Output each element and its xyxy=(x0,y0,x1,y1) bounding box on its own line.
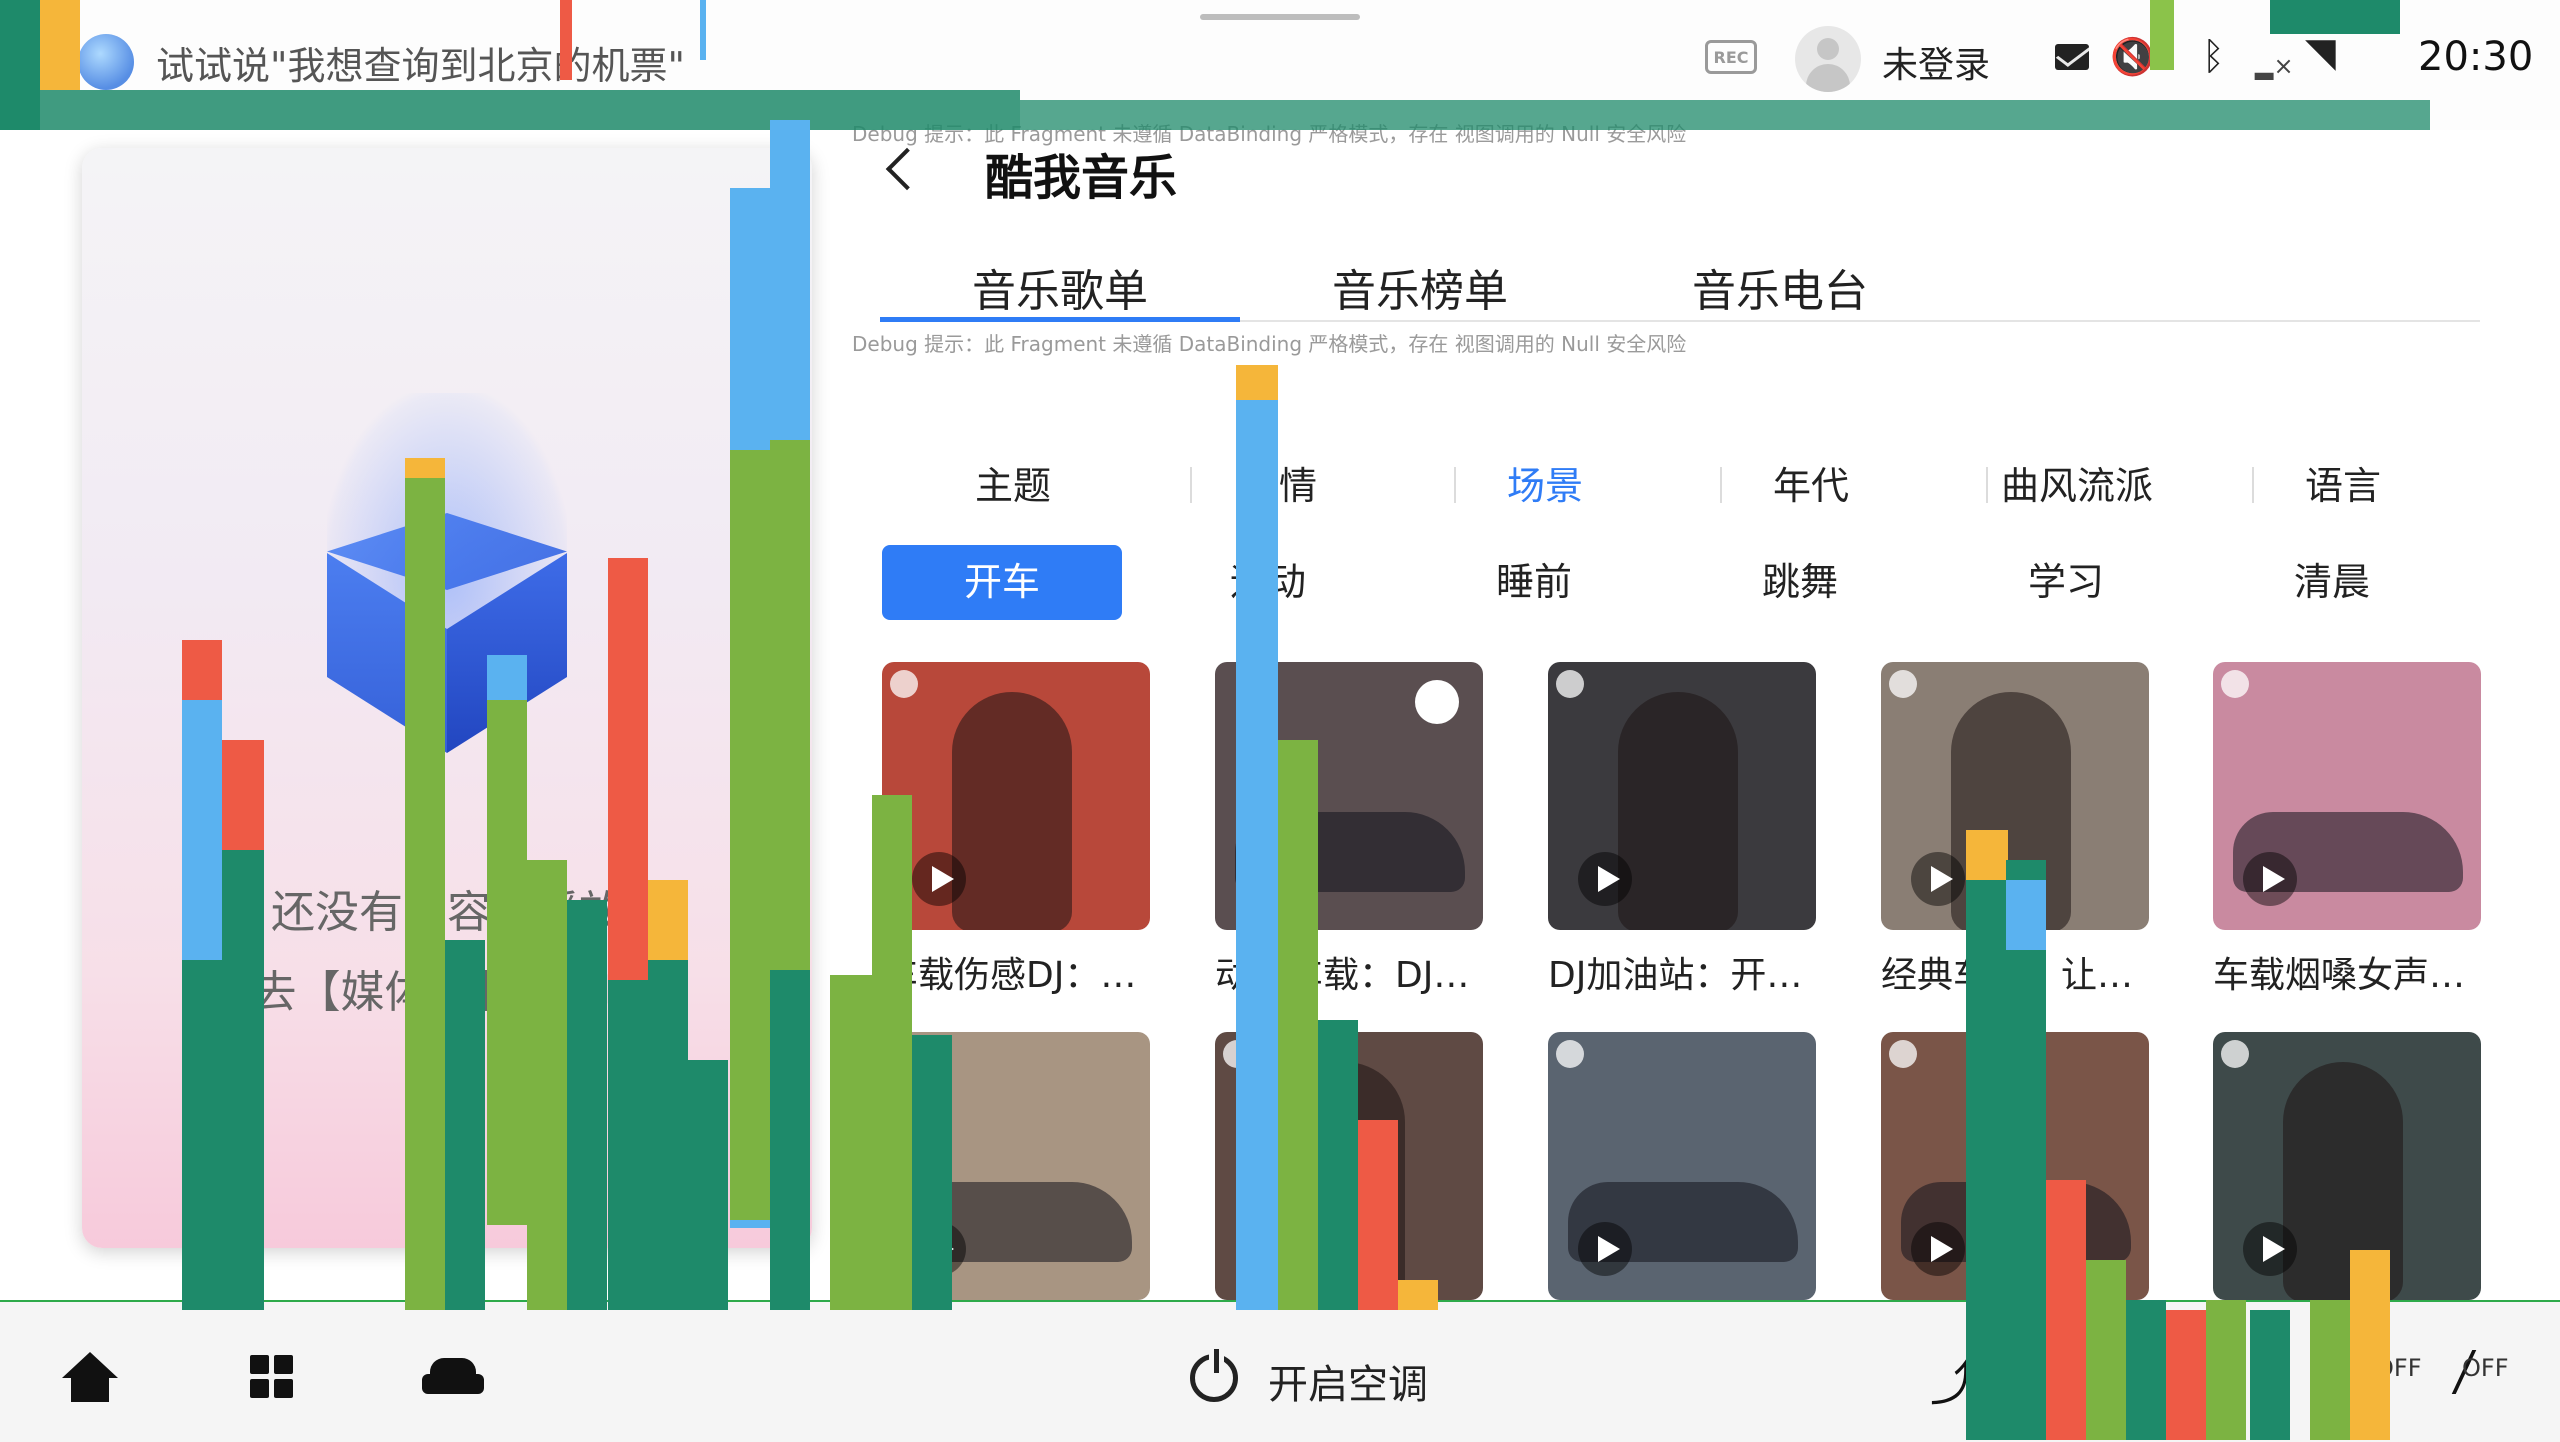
playlist-title: 车载伤感DJ：… xyxy=(882,955,1137,996)
voice-assistant-icon[interactable] xyxy=(78,34,134,90)
back-icon[interactable] xyxy=(880,146,920,190)
car-icon[interactable] xyxy=(422,1358,484,1398)
debug-hint: Debug 提示：此 Fragment 未遵循 DataBinding 严格模式… xyxy=(852,122,1687,146)
brand-icon xyxy=(1556,670,1584,698)
play-icon[interactable] xyxy=(2243,852,2297,906)
playlist-card[interactable]: DJ加油站：开… xyxy=(1548,662,1816,998)
empty-state-title: 还没有内容在播放 xyxy=(271,887,623,938)
brand-icon xyxy=(890,1040,918,1068)
play-icon[interactable] xyxy=(1578,852,1632,906)
brand-icon xyxy=(2221,1040,2249,1068)
brand-icon xyxy=(890,670,918,698)
playlist-title: 车载烟嗓女声… xyxy=(2213,955,2466,996)
playlist-title: 经典车载：让… xyxy=(1881,955,2134,996)
playlist-cover[interactable] xyxy=(1548,662,1816,930)
playlist-cover[interactable] xyxy=(882,1032,1150,1300)
category-era[interactable]: 年代 xyxy=(1678,455,1944,510)
play-icon[interactable] xyxy=(1911,852,1965,906)
brand-icon xyxy=(1223,1040,1251,1068)
apps-grid-icon[interactable] xyxy=(250,1355,294,1399)
playlist-card[interactable]: 车载烟嗓女声… xyxy=(2213,662,2481,998)
playlist-card[interactable] xyxy=(1881,1032,2149,1300)
tab-charts[interactable]: 音乐榜单 xyxy=(1240,255,1600,319)
playlist-title: DJ加油站：开… xyxy=(1548,955,1803,996)
car-outline-icon[interactable] xyxy=(2140,1352,2230,1396)
clock: 20:30 xyxy=(2418,34,2534,80)
playlist-cover[interactable] xyxy=(2213,1032,2481,1300)
active-tab-indicator xyxy=(880,317,1240,322)
wifi-icon: ◥ xyxy=(2305,30,2336,76)
drag-handle[interactable] xyxy=(1200,14,1360,20)
subcategory-bedtime[interactable]: 睡前 xyxy=(1414,545,1654,620)
bluetooth-icon: ᛒ xyxy=(2202,34,2225,78)
play-icon[interactable] xyxy=(912,852,966,906)
play-icon[interactable] xyxy=(1578,1222,1632,1276)
voice-hint-text: 试试说"我想查询到北京的机票" xyxy=(156,43,685,88)
playlist-cover[interactable] xyxy=(882,662,1150,930)
subcategory-study[interactable]: 学习 xyxy=(1946,545,2186,620)
power-icon[interactable] xyxy=(1190,1349,1238,1402)
playlist-cover[interactable] xyxy=(1548,1032,1816,1300)
play-icon[interactable] xyxy=(2243,1222,2297,1276)
page-title: 酷我音乐 xyxy=(985,150,1178,206)
bottom-dock: 开启空调 ⤴ OFF OFF xyxy=(0,1300,2560,1442)
playlist-card[interactable]: 动力车载：DJ… xyxy=(1215,662,1483,998)
subcategory-sport[interactable]: 运动 xyxy=(1148,545,1388,620)
brand-icon xyxy=(1889,670,1917,698)
playlist-cover[interactable] xyxy=(1881,1032,2149,1300)
playlist-cover[interactable] xyxy=(1215,1032,1483,1300)
empty-state-hint: 快去【媒体库】找找吧~ xyxy=(208,967,686,1018)
seat-icon[interactable]: ⤴ xyxy=(1930,1344,1978,1414)
main-tabs: 音乐歌单 音乐榜单 音乐电台 xyxy=(880,255,2480,325)
brand-icon xyxy=(2221,670,2249,698)
mute-icon: 🔇 xyxy=(2110,37,2155,78)
playlist-card[interactable] xyxy=(2213,1032,2481,1300)
subcategory-tabs: 开车 运动 睡前 跳舞 学习 清晨 xyxy=(880,545,2480,620)
play-icon[interactable] xyxy=(1911,1222,1965,1276)
status-bar: 试试说"我想查询到北京的机票" REC 未登录 🔇 ᛒ ▂× ◥ 20:30 xyxy=(0,0,2560,130)
category-tabs: 主题 心情 场景 年代 曲风流派 语言 xyxy=(880,455,2480,515)
play-icon[interactable] xyxy=(912,1222,966,1276)
avatar[interactable] xyxy=(1795,26,1861,92)
playlist-card[interactable] xyxy=(1548,1032,1816,1300)
playlist-card[interactable] xyxy=(882,1032,1150,1300)
category-language[interactable]: 语言 xyxy=(2210,455,2476,510)
category-scene[interactable]: 场景 xyxy=(1412,455,1678,510)
rec-icon: REC xyxy=(1705,40,1757,74)
debug-hint: Debug 提示：此 Fragment 未遵循 DataBinding 严格模式… xyxy=(852,332,1687,356)
tab-playlists[interactable]: 音乐歌单 xyxy=(880,255,1240,319)
home-icon[interactable] xyxy=(62,1352,118,1404)
login-status[interactable]: 未登录 xyxy=(1882,36,1990,88)
playlist-title: 动力车载：DJ… xyxy=(1215,955,1470,996)
brand-icon xyxy=(1889,1040,1917,1068)
subcategory-dance[interactable]: 跳舞 xyxy=(1680,545,1920,620)
off-label: OFF xyxy=(2462,1354,2509,1382)
playlist-cover[interactable] xyxy=(1881,662,2149,930)
tab-radio[interactable]: 音乐电台 xyxy=(1600,255,1960,319)
playlist-cover[interactable] xyxy=(1215,662,1483,930)
play-icon[interactable] xyxy=(1245,852,1299,906)
playlist-card[interactable]: 车载伤感DJ：… xyxy=(882,662,1150,998)
subcategory-driving[interactable]: 开车 xyxy=(882,545,1122,620)
media-player-card[interactable]: 还没有内容在播放 快去【媒体库】找找吧~ xyxy=(82,148,812,1248)
empty-box-illustration xyxy=(287,393,607,773)
playlist-cover[interactable] xyxy=(2213,662,2481,930)
subcategory-morning[interactable]: 清晨 xyxy=(2212,545,2452,620)
ac-toggle-label[interactable]: 开启空调 xyxy=(1268,1352,1428,1410)
play-icon[interactable] xyxy=(1245,1222,1299,1276)
voice-assistant[interactable]: 试试说"我想查询到北京的机票" xyxy=(78,34,685,90)
category-theme[interactable]: 主题 xyxy=(880,455,1146,510)
signal-icon: ▂× xyxy=(2255,52,2294,80)
brand-icon xyxy=(1556,1040,1584,1068)
tiktok-icon xyxy=(1415,680,1459,724)
playlist-card[interactable] xyxy=(1215,1032,1483,1300)
category-genre[interactable]: 曲风流派 xyxy=(1944,455,2210,510)
mail-icon xyxy=(2055,44,2089,70)
playlist-card[interactable]: 经典车载：让… xyxy=(1881,662,2149,998)
category-mood[interactable]: 心情 xyxy=(1146,455,1412,510)
